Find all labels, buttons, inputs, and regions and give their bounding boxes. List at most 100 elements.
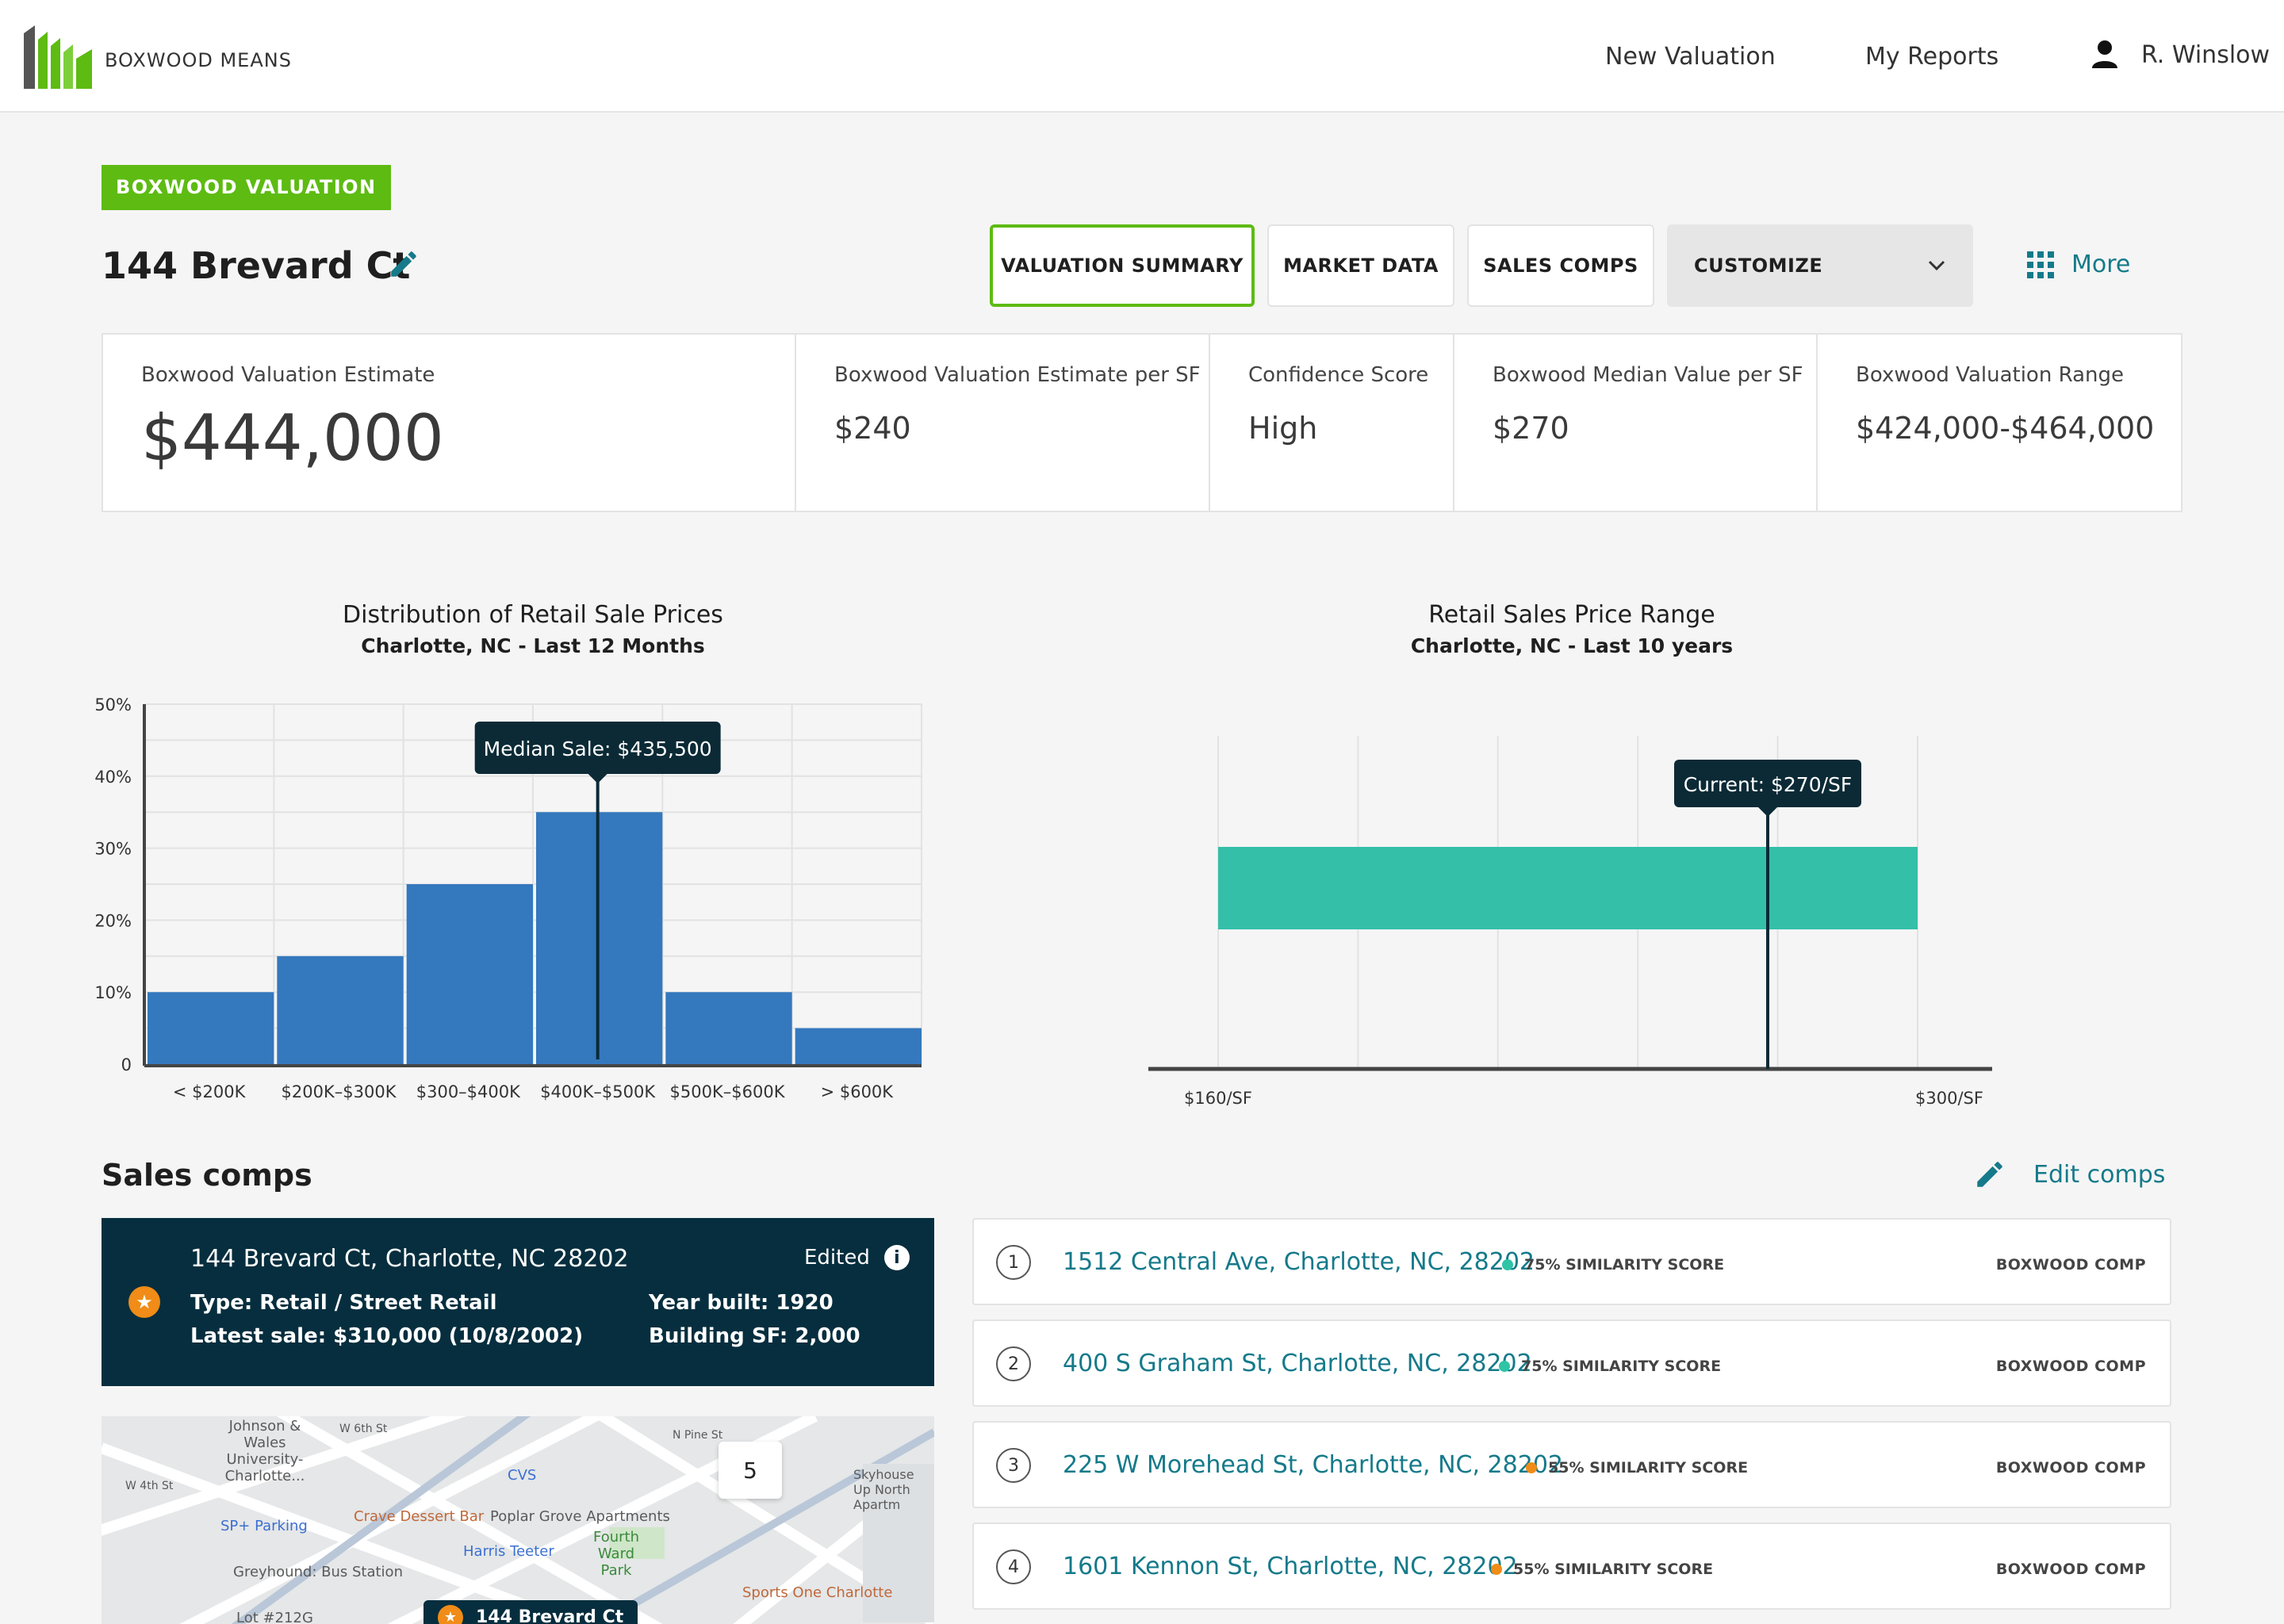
more-label: More bbox=[2071, 251, 2131, 278]
median-tooltip-pointer bbox=[588, 774, 607, 783]
edit-comps-label: Edit comps bbox=[2033, 1160, 2166, 1189]
user-icon bbox=[2092, 40, 2117, 68]
nav-new-valuation[interactable]: New Valuation bbox=[1605, 43, 1776, 71]
comp-address-link[interactable]: 1601 Kennon St, Charlotte, NC, 28202 bbox=[1063, 1553, 1518, 1580]
comp-tag: BOXWOOD COMP bbox=[1995, 1256, 2146, 1274]
y-tick-label: 40% bbox=[94, 768, 132, 787]
comp-address-link[interactable]: 1512 Central Ave, Charlotte, NC, 28202 bbox=[1063, 1248, 1535, 1276]
customize-dropdown[interactable]: CUSTOMIZE bbox=[1667, 224, 1973, 307]
map-label: Johnson & Wales University-Charlotte... bbox=[224, 1418, 305, 1484]
customize-label: CUSTOMIZE bbox=[1694, 255, 1823, 277]
comp-number: 3 bbox=[996, 1448, 1031, 1483]
map-cluster-marker[interactable]: 5 bbox=[719, 1442, 782, 1499]
page-title: 144 Brevard Ct bbox=[102, 244, 411, 287]
edit-pencil-icon bbox=[1977, 1162, 2002, 1187]
boxwood-logo-icon[interactable] bbox=[24, 25, 95, 89]
comp-tag: BOXWOOD COMP bbox=[1995, 1459, 2146, 1477]
tab-sales-comps[interactable]: SALES COMPS bbox=[1467, 224, 1654, 307]
nav-my-reports[interactable]: My Reports bbox=[1865, 43, 1998, 71]
map-label: N Pine St bbox=[673, 1429, 723, 1442]
comp-address-link[interactable]: 400 S Graham St, Charlotte, NC, 28202 bbox=[1063, 1350, 1532, 1377]
score-dot-icon bbox=[1526, 1462, 1537, 1473]
current-tooltip-pointer bbox=[1758, 807, 1777, 817]
score-dot-icon bbox=[1491, 1564, 1502, 1575]
map-label[interactable]: Skyhouse Up North Apartm bbox=[853, 1467, 933, 1512]
chevron-down-icon bbox=[1928, 260, 1945, 271]
kpi-label: Boxwood Valuation Estimate per SF bbox=[834, 363, 1201, 387]
map-label[interactable]: SP+ Parking bbox=[220, 1518, 308, 1534]
top-bar: BOXWOOD MEANS New Valuation My Reports R… bbox=[0, 0, 2284, 113]
current-tooltip-label: Current: $270/SF bbox=[1684, 773, 1853, 796]
x-tick-label: $400K–$500K bbox=[540, 1082, 656, 1101]
map-label: W 6th St bbox=[339, 1423, 388, 1435]
map-subject-marker[interactable]: ★ 144 Brevard Ct bbox=[423, 1600, 638, 1624]
kpi-value: $240 bbox=[834, 411, 911, 446]
map-label[interactable]: Crave Dessert Bar bbox=[354, 1508, 484, 1525]
similarity-score-label: 75% SIMILARITY SCORE bbox=[1521, 1358, 1722, 1375]
tab-market-data[interactable]: MARKET DATA bbox=[1267, 224, 1454, 307]
star-icon: ★ bbox=[128, 1286, 160, 1318]
map-label[interactable]: CVS bbox=[508, 1467, 536, 1484]
subject-type: Type: Retail / Street Retail bbox=[190, 1291, 497, 1315]
comp-number: 4 bbox=[996, 1549, 1031, 1584]
tab-valuation-summary[interactable]: VALUATION SUMMARY bbox=[990, 224, 1255, 307]
map-label[interactable]: Poplar Grove Apartments bbox=[490, 1508, 670, 1525]
subject-year-built: Year built: 1920 bbox=[649, 1291, 834, 1315]
y-tick-label: 50% bbox=[94, 695, 132, 714]
score-dot-icon bbox=[1502, 1259, 1513, 1270]
y-tick-label: 30% bbox=[94, 840, 132, 859]
info-icon[interactable]: i bbox=[883, 1245, 910, 1270]
kpi-confidence-score: Confidence Score High bbox=[1210, 335, 1454, 511]
x-tick-label: $300/SF bbox=[1915, 1089, 1983, 1108]
kpi-value: $270 bbox=[1493, 411, 1569, 446]
comp-row[interactable]: 4 1601 Kennon St, Charlotte, NC, 28202 5… bbox=[972, 1522, 2171, 1610]
chart-title: Distribution of Retail Sale Prices bbox=[343, 601, 723, 629]
x-tick-label: $200K–$300K bbox=[282, 1082, 397, 1101]
comp-tag: BOXWOOD COMP bbox=[1995, 1561, 2146, 1578]
comp-row[interactable]: 3 225 W Morehead St, Charlotte, NC, 2820… bbox=[972, 1421, 2171, 1508]
x-tick-label: > $600K bbox=[821, 1082, 895, 1101]
map-label[interactable]: Harris Teeter bbox=[463, 1543, 554, 1560]
comp-row[interactable]: 1 1512 Central Ave, Charlotte, NC, 28202… bbox=[972, 1218, 2171, 1305]
x-tick-label: $300–$400K bbox=[416, 1082, 521, 1101]
comp-number: 2 bbox=[996, 1346, 1031, 1381]
comp-address-link[interactable]: 225 W Morehead St, Charlotte, NC, 28202 bbox=[1063, 1451, 1563, 1479]
map-label[interactable]: Sports One Charlotte bbox=[742, 1584, 892, 1601]
edit-comps-button[interactable]: Edit comps bbox=[1973, 1158, 2165, 1191]
kpi-value: $424,000-$464,000 bbox=[1856, 411, 2155, 446]
user-menu[interactable]: R. Winslow bbox=[2090, 40, 2270, 70]
map-label: Lot #212G bbox=[236, 1610, 313, 1624]
price-distribution-chart: 0 10% 20% 30% 40% 50% < $200K $200K–$300K $300–$… bbox=[94, 695, 922, 1101]
chart-subtitle: Charlotte, NC - Last 10 years bbox=[1410, 634, 1734, 657]
kpi-valuation-estimate: Boxwood Valuation Estimate $444,000 bbox=[103, 335, 796, 511]
map-label[interactable]: Fourth Ward Park bbox=[581, 1529, 652, 1579]
more-button[interactable]: More bbox=[2027, 251, 2130, 278]
kpi-label: Boxwood Valuation Estimate bbox=[141, 363, 435, 387]
subject-building-sf: Building SF: 2,000 bbox=[649, 1324, 860, 1348]
similarity-score: 75% SIMILARITY SCORE bbox=[1499, 1358, 1721, 1375]
chart-title: Retail Sales Price Range bbox=[1428, 601, 1715, 629]
x-tick-label: $500K–$600K bbox=[670, 1082, 786, 1101]
subject-property-card[interactable]: 144 Brevard Ct, Charlotte, NC 28202 Edit… bbox=[102, 1218, 934, 1386]
chart-subtitle: Charlotte, NC - Last 12 Months bbox=[361, 634, 705, 657]
similarity-score-label: 55% SIMILARITY SCORE bbox=[1548, 1459, 1749, 1477]
map-label[interactable]: Greyhound: Bus Station bbox=[233, 1564, 403, 1580]
edit-pencil-icon[interactable] bbox=[387, 247, 420, 281]
edited-indicator[interactable]: Edited i bbox=[804, 1245, 910, 1270]
kpi-value: High bbox=[1248, 411, 1318, 446]
kpi-median-value-per-sf: Boxwood Median Value per SF $270 bbox=[1454, 335, 1818, 511]
price-range-chart: $160/SF $300/SF Current: $270/SF bbox=[1148, 736, 1992, 1108]
score-dot-icon bbox=[1499, 1361, 1510, 1372]
edited-label: Edited bbox=[804, 1246, 870, 1270]
subject-address: 144 Brevard Ct, Charlotte, NC 28202 bbox=[190, 1245, 629, 1273]
price-range-bar bbox=[1218, 847, 1918, 929]
valuation-badge: BOXWOOD VALUATION bbox=[102, 165, 391, 210]
histogram-bar bbox=[406, 884, 533, 1064]
map-label: W 4th St bbox=[125, 1480, 174, 1492]
comps-map[interactable]: Johnson & Wales University-Charlotte... … bbox=[102, 1416, 934, 1624]
x-tick-label: $160/SF bbox=[1184, 1089, 1252, 1108]
x-tick-label: < $200K bbox=[173, 1082, 247, 1101]
kpi-label: Boxwood Median Value per SF bbox=[1493, 363, 1803, 387]
subject-latest-sale: Latest sale: $310,000 (10/8/2002) bbox=[190, 1324, 584, 1348]
comp-row[interactable]: 2 400 S Graham St, Charlotte, NC, 28202 … bbox=[972, 1320, 2171, 1407]
